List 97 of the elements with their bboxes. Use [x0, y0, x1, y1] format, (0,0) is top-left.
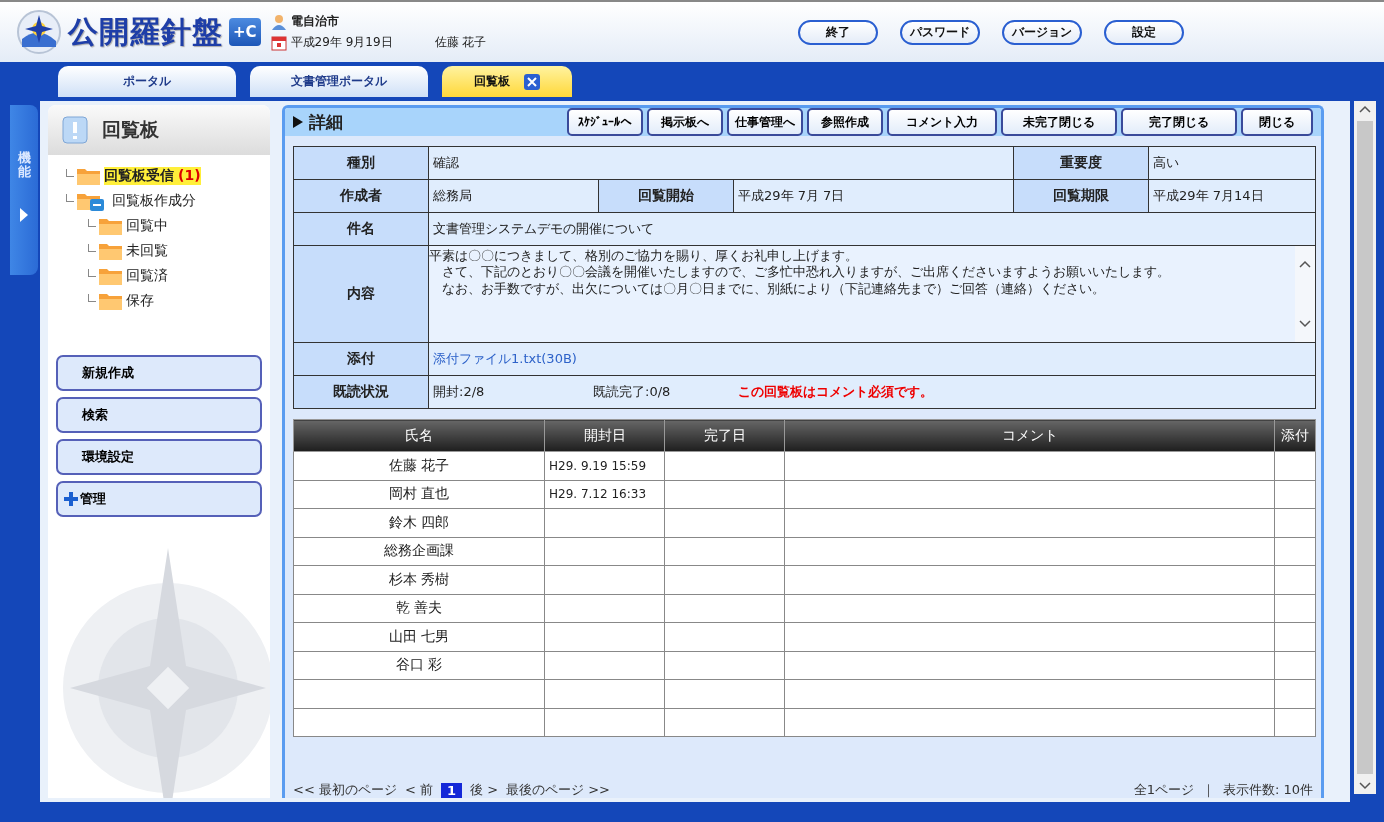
next-page-link[interactable]: 後 >	[470, 781, 499, 798]
side-tab-label: 機能	[17, 151, 31, 180]
column-header: 添付	[1274, 419, 1316, 452]
field-label: 作成者	[293, 179, 429, 213]
column-header: 完了日	[664, 419, 785, 452]
field-value: 文書管理システムデモの開催について	[428, 212, 1316, 246]
column-header: 開封日	[544, 419, 665, 452]
field-label: 回覧期限	[1013, 179, 1149, 213]
table-cell: 杉本 秀樹	[293, 565, 545, 594]
tab[interactable]: 回覧板	[442, 66, 572, 97]
field-value: 確認	[428, 146, 1014, 180]
completed-count: 既読完了:0/8	[593, 383, 672, 401]
scrollbar[interactable]	[1354, 101, 1376, 794]
column-header: 氏名	[293, 419, 545, 452]
tree-item[interactable]: 回覧中	[126, 217, 168, 235]
field-label: 既読状況	[293, 375, 429, 409]
header-button[interactable]: バージョン	[1002, 19, 1082, 45]
tree-item[interactable]: 回覧板受信 (1)	[104, 167, 201, 185]
content-line: なお、お手数ですが、出欠については〇月〇日までに、別紙により（下記連絡先まで）ご回答（連絡）ください。	[441, 280, 1105, 296]
table-cell: 谷口 彩	[293, 651, 545, 680]
close-icon[interactable]	[524, 73, 540, 90]
table-cell: H29. 9.19 15:59	[544, 451, 665, 480]
sidebar-button[interactable]: 環境設定	[56, 439, 262, 475]
current-date: 平成29年 9月19日	[290, 34, 393, 51]
app-logo-text: 公開羅針盤	[68, 12, 223, 51]
table-cell: 総務企画課	[293, 537, 545, 566]
page-number[interactable]: 1	[440, 782, 462, 798]
folder-icon	[98, 291, 124, 311]
triangle-icon	[293, 116, 303, 128]
header-button[interactable]: 終了	[798, 19, 878, 45]
items-per-page: 表示件数: 10件	[1222, 781, 1313, 798]
action-button[interactable]: 未完了閉じる	[1001, 108, 1117, 136]
action-button[interactable]: 仕事管理へ	[727, 108, 803, 136]
table-cell: H29. 7.12 16:33	[544, 480, 665, 509]
field-label: 重要度	[1013, 146, 1149, 180]
required-comment-notice: この回覧板はコメント必須です。	[738, 383, 933, 401]
action-button[interactable]: 掲示板へ	[647, 108, 723, 136]
header-button[interactable]: 設定	[1104, 19, 1184, 45]
attachment-link[interactable]: 添付ファイル1.txt(30B)	[433, 351, 577, 366]
page-total: 全1ページ	[1133, 781, 1194, 798]
action-button[interactable]: 閉じる	[1241, 108, 1313, 136]
separator: ｜	[1201, 781, 1215, 798]
field-label: 件名	[293, 212, 429, 246]
action-button[interactable]: 参照作成	[807, 108, 883, 136]
table-cell: 佐藤 花子	[293, 451, 545, 480]
folder-icon	[98, 241, 124, 261]
notice-icon	[62, 116, 88, 144]
field-label: 回覧開始	[598, 179, 734, 213]
expand-arrow-icon[interactable]	[20, 207, 28, 222]
folder-icon	[76, 166, 102, 186]
field-label: 内容	[293, 245, 429, 343]
calendar-icon	[270, 34, 287, 51]
tab[interactable]: ポータル	[58, 66, 236, 97]
logo-badge: +C	[229, 18, 261, 46]
column-header: コメント	[784, 419, 1275, 452]
action-button[interactable]: 完了閉じる	[1121, 108, 1237, 136]
scroll-up-icon[interactable]	[1299, 260, 1312, 268]
tree-item[interactable]: 回覧板作成分	[112, 192, 196, 210]
user-icon	[270, 13, 287, 30]
opened-count: 開封:2/8	[433, 383, 486, 401]
folder-icon	[98, 216, 124, 236]
organization-name: 電自治市	[290, 13, 339, 30]
sidebar-button[interactable]: 検索	[56, 397, 262, 433]
previous-page-link[interactable]: < 前	[404, 781, 433, 798]
table-cell: 岡村 直也	[293, 480, 545, 509]
scroll-down-icon[interactable]	[1299, 320, 1312, 328]
field-value: 高い	[1148, 146, 1316, 180]
content-line: 平素は〇〇につきまして、格別のご協力を賜り、厚くお礼申し上げます。	[429, 248, 858, 263]
content-text-area[interactable]: 平素は〇〇につきまして、格別のご協力を賜り、厚くお礼申し上げます。 さて、下記のとおり〇〇会議を開催いたしますので、ご多忙中恐れ入りますが、ご出席くださいますようお願いいたします。 なお、お手数ですが、出欠については〇月〇日までに、別紙により（下記連絡先まで）ご回答（連絡）ください。	[429, 246, 1316, 342]
field-value: 総務局	[428, 179, 599, 213]
sidebar-button[interactable]: 新規作成	[56, 355, 262, 391]
content-line: さて、下記のとおり〇〇会議を開催いたしますので、ご多忙中恐れ入りますが、ご出席くださいますようお願いいたします。	[441, 264, 1170, 280]
user-name: 佐藤 花子	[434, 34, 487, 51]
sidebar-title: 回覧板	[102, 117, 159, 142]
sidebar-button[interactable]: 管理	[56, 481, 262, 517]
compass-logo-icon	[16, 9, 62, 55]
scroll-down-icon[interactable]	[1359, 782, 1371, 790]
field-value: 平成29年 7月14日	[1148, 179, 1316, 213]
tree-item[interactable]: 回覧済	[126, 267, 168, 285]
field-value: 平成29年 7月 7日	[733, 179, 1014, 213]
table-cell: 乾 善夫	[293, 594, 545, 623]
action-button[interactable]: コメント入力	[887, 108, 997, 136]
header-button[interactable]: パスワード	[900, 19, 980, 45]
plus-icon	[64, 492, 78, 506]
action-button[interactable]: ｽｹｼﾞｭｰﾙへ	[567, 108, 643, 136]
table-cell: 鈴木 四郎	[293, 508, 545, 537]
field-label: 種別	[293, 146, 429, 180]
folder-icon	[98, 266, 124, 286]
panel-title: 詳細	[309, 110, 343, 134]
scroll-up-icon[interactable]	[1359, 105, 1371, 113]
tree-item[interactable]: 保存	[126, 292, 154, 310]
last-page-link[interactable]: 最後のページ >>	[506, 781, 610, 798]
tree-item[interactable]: 未回覧	[126, 242, 168, 260]
table-cell: 山田 七男	[293, 622, 545, 651]
first-page-link[interactable]: << 最初のページ	[293, 781, 397, 798]
tab[interactable]: 文書管理ポータル	[250, 66, 428, 97]
field-label: 添付	[293, 342, 429, 376]
